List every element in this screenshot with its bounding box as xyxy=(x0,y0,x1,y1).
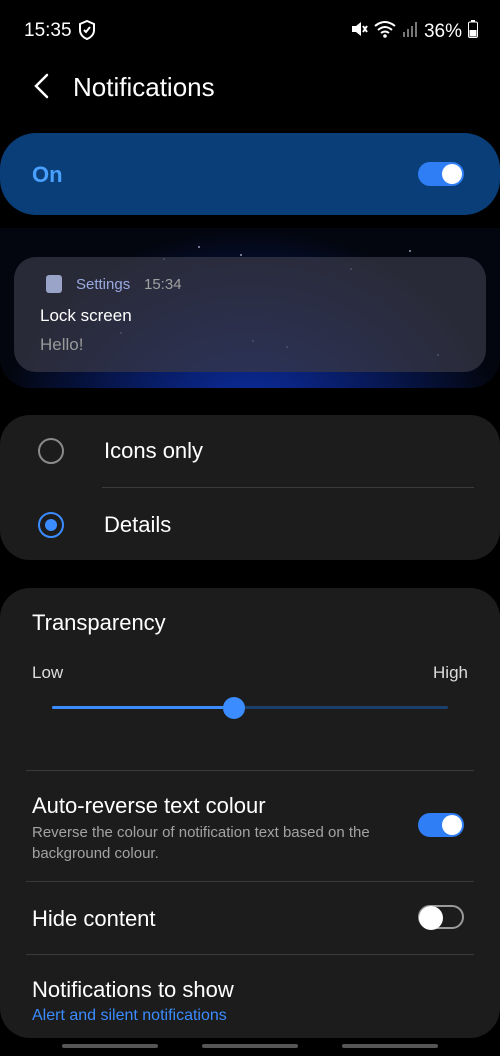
toggle-knob xyxy=(442,164,462,184)
wifi-icon xyxy=(374,20,396,44)
notifications-to-show-title: Notifications to show xyxy=(32,977,234,1002)
mute-icon xyxy=(350,20,368,44)
status-bar: 15:35 36% xyxy=(0,0,500,62)
toggle-knob xyxy=(442,815,462,835)
radio-icons-only[interactable] xyxy=(38,438,64,464)
nav-recents[interactable] xyxy=(62,1044,158,1048)
notification-time: 15:34 xyxy=(144,276,182,293)
chevron-left-icon xyxy=(34,73,49,99)
notifications-to-show-value: Alert and silent notifications xyxy=(32,1007,227,1024)
nav-home[interactable] xyxy=(202,1044,298,1048)
nav-back[interactable] xyxy=(342,1044,438,1048)
notification-title: Lock screen xyxy=(40,306,132,325)
master-toggle-switch[interactable] xyxy=(418,162,464,186)
battery-percent: 36% xyxy=(423,21,462,42)
auto-reverse-title: Auto-reverse text colour xyxy=(32,793,266,818)
toggle-knob xyxy=(419,906,443,930)
battery-icon xyxy=(468,20,478,44)
shield-icon xyxy=(78,19,96,45)
hide-content-switch[interactable] xyxy=(418,905,464,930)
option-details[interactable] xyxy=(0,488,500,560)
status-right: 36% xyxy=(350,20,478,44)
auto-reverse-desc: Reverse the colour of notification text … xyxy=(32,824,370,862)
back-button[interactable] xyxy=(30,72,54,100)
option-icons-only-label: Icons only xyxy=(104,438,204,463)
notification-body: Hello! xyxy=(40,335,84,354)
page-title: Notifications xyxy=(73,72,215,102)
hide-content-title: Hide content xyxy=(32,906,156,931)
lock-icon xyxy=(46,275,62,293)
transparency-slider-thumb[interactable] xyxy=(223,697,246,719)
transparency-title: Transparency xyxy=(32,610,166,635)
signal-icon xyxy=(402,21,418,43)
notification-app-name: Settings xyxy=(76,276,131,293)
radio-details[interactable] xyxy=(38,512,64,538)
master-toggle-label: On xyxy=(32,162,63,187)
option-icons-only[interactable] xyxy=(0,415,500,487)
transparency-high-label: High xyxy=(433,663,468,682)
status-time: 15:35 xyxy=(24,20,72,41)
transparency-slider-fill xyxy=(52,706,235,709)
transparency-low-label: Low xyxy=(32,663,64,682)
option-details-label: Details xyxy=(104,512,172,537)
auto-reverse-switch[interactable] xyxy=(418,813,464,837)
